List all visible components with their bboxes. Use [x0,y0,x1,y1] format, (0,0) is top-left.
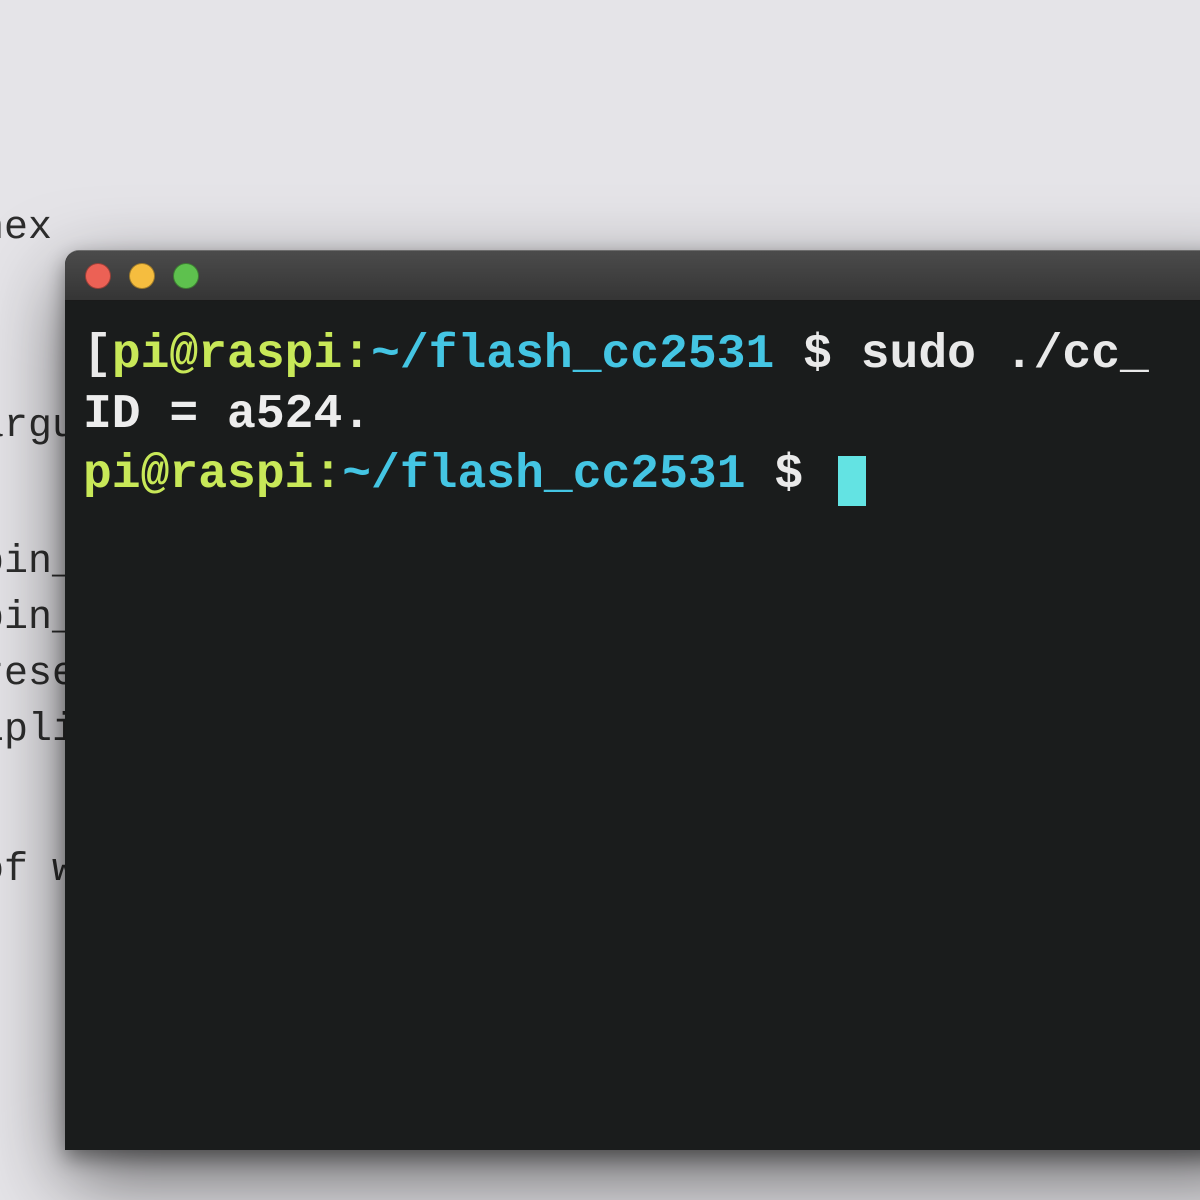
traffic-lights [85,263,199,289]
bg-text-hex: hex [0,205,1200,253]
command-text: sudo ./cc_ [861,328,1149,382]
prompt-path: ~/flash_cc2531 [342,448,745,502]
close-icon[interactable] [85,263,111,289]
terminal-window[interactable]: [pi@raspi:~/flash_cc2531 $ sudo ./cc_ ID… [65,250,1200,1150]
prompt-user-host: pi@raspi [83,448,313,502]
terminal-line-3: pi@raspi:~/flash_cc2531 $ [83,445,1200,505]
terminal-line-1: [pi@raspi:~/flash_cc2531 $ sudo ./cc_ [83,325,1200,385]
zoom-icon[interactable] [173,263,199,289]
cursor-icon [838,456,866,506]
prompt-colon: : [313,448,342,502]
terminal-line-2: ID = a524. [83,385,1200,445]
prompt-path: ~/flash_cc2531 [371,328,774,382]
prompt-bracket: [ [83,328,112,382]
prompt-dollar: $ [746,448,832,502]
prompt-user-host: pi@raspi [112,328,342,382]
window-titlebar[interactable] [65,251,1200,301]
prompt-dollar: $ [774,328,860,382]
minimize-icon[interactable] [129,263,155,289]
output-text: ID = a524. [83,388,371,442]
prompt-colon: : [342,328,371,382]
terminal-body[interactable]: [pi@raspi:~/flash_cc2531 $ sudo ./cc_ ID… [65,301,1200,529]
